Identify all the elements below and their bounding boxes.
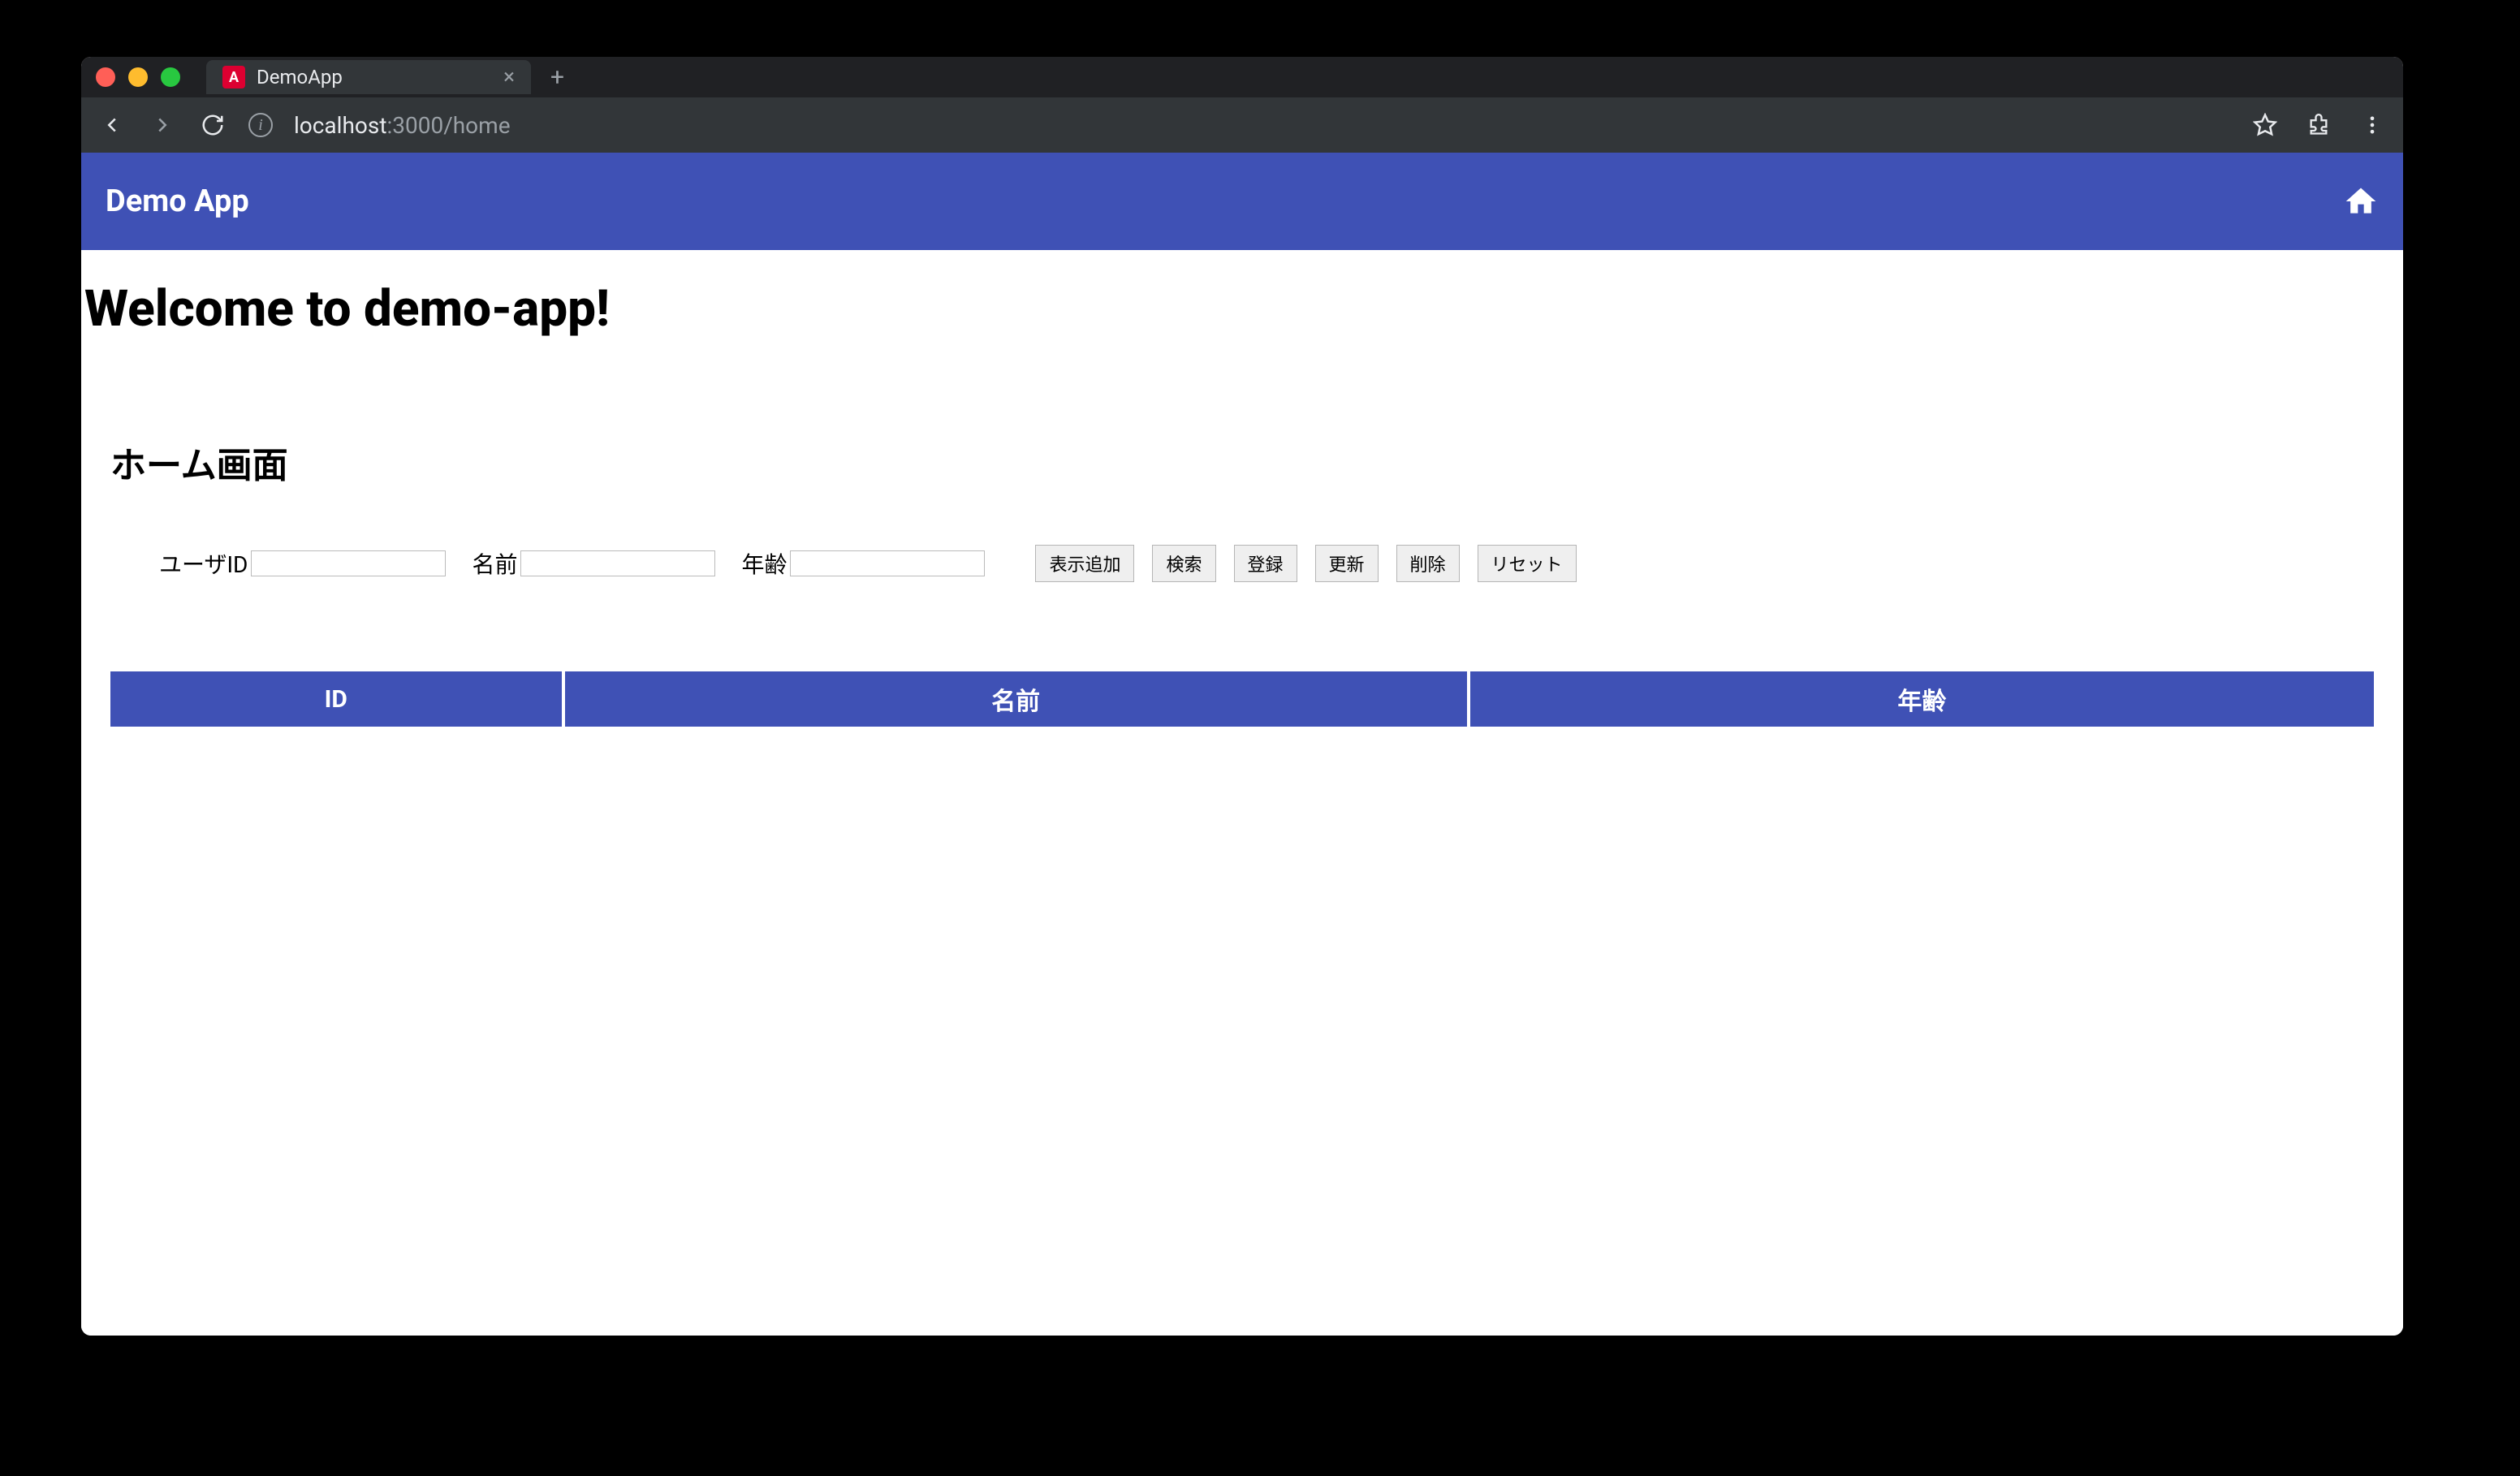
home-icon[interactable] (2343, 183, 2379, 219)
user-id-field: ユーザID (159, 547, 446, 580)
forward-button[interactable] (148, 110, 177, 140)
browser-tab[interactable]: A DemoApp × (206, 60, 531, 94)
browser-menu-icon[interactable] (2358, 110, 2387, 140)
welcome-heading: Welcome to demo-app! (84, 250, 2403, 347)
close-tab-icon[interactable]: × (503, 65, 515, 89)
site-info-icon[interactable]: i (248, 113, 273, 137)
user-id-label: ユーザID (159, 547, 248, 580)
bookmark-star-icon[interactable] (2250, 110, 2280, 140)
delete-button[interactable]: 削除 (1396, 545, 1460, 582)
browser-toolbar: i localhost:3000/home (81, 97, 2403, 153)
page-content: Demo App Welcome to demo-app! ホーム画面 ユーザI… (81, 153, 2403, 1336)
reset-button[interactable]: リセット (1478, 545, 1577, 582)
browser-tabbar: A DemoApp × + (81, 57, 2403, 97)
back-button[interactable] (97, 110, 127, 140)
search-form: ユーザID 名前 年齢 表示追加 検索 登録 (110, 545, 2374, 582)
address-bar[interactable]: localhost:3000/home (294, 112, 511, 139)
name-label: 名前 (472, 547, 517, 580)
age-input[interactable] (790, 550, 985, 576)
search-button[interactable]: 検索 (1152, 545, 1215, 582)
url-host: localhost (294, 112, 386, 139)
window-controls (96, 67, 180, 87)
app-title: Demo App (106, 183, 249, 219)
name-field: 名前 (472, 547, 715, 580)
minimize-window-button[interactable] (128, 67, 148, 87)
results-table-wrap: ID 名前 年齢 (110, 671, 2374, 727)
url-path: :3000/home (386, 112, 510, 139)
browser-window: A DemoApp × + i localhost:3000/home (81, 57, 2403, 1336)
register-button[interactable]: 登録 (1234, 545, 1297, 582)
user-id-input[interactable] (251, 550, 446, 576)
table-header-row: ID 名前 年齢 (110, 671, 2374, 727)
add-display-button[interactable]: 表示追加 (1035, 545, 1134, 582)
close-window-button[interactable] (96, 67, 115, 87)
age-label: 年齢 (741, 547, 787, 580)
tab-title: DemoApp (257, 66, 343, 88)
extensions-icon[interactable] (2304, 110, 2333, 140)
new-tab-button[interactable]: + (542, 63, 572, 92)
column-header-name: 名前 (563, 671, 1469, 727)
column-header-age: 年齢 (1469, 671, 2374, 727)
section-title: ホーム画面 (110, 436, 2374, 488)
maximize-window-button[interactable] (161, 67, 180, 87)
reload-button[interactable] (198, 110, 227, 140)
name-input[interactable] (520, 550, 715, 576)
age-field: 年齢 (741, 547, 985, 580)
app-toolbar: Demo App (81, 153, 2403, 250)
results-table: ID 名前 年齢 (110, 671, 2374, 727)
column-header-id: ID (110, 671, 563, 727)
action-buttons: 表示追加 検索 登録 更新 削除 リセット (1035, 545, 1576, 582)
angular-favicon-icon: A (222, 66, 245, 88)
update-button[interactable]: 更新 (1315, 545, 1379, 582)
